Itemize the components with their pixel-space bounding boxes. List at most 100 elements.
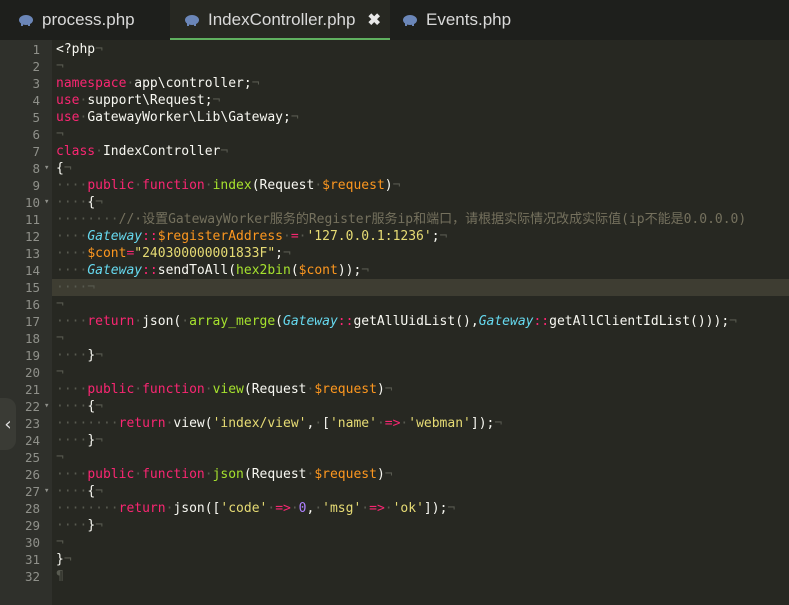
code-area[interactable]: <?php¬ ¬ namespace·app\controller;¬ use·sup… (52, 40, 789, 605)
code-token: · (314, 416, 323, 431)
code-line[interactable]: ········return·json(['code'·=>·0,·'msg'·… (56, 500, 455, 517)
code-line[interactable]: class·IndexController¬ (56, 143, 228, 160)
code-line[interactable]: namespace·app\controller;¬ (56, 75, 260, 92)
code-token: Gateway (87, 229, 143, 244)
collapse-sidebar-button[interactable]: ‹ (0, 398, 16, 450)
code-line[interactable]: ········//·设置GatewayWorker服务的Register服务i… (56, 211, 746, 228)
code-line[interactable]: ····}¬ (56, 517, 103, 534)
code-token: · (134, 382, 143, 397)
code-line[interactable]: ¬ (56, 449, 64, 466)
code-token: ¬ (290, 110, 299, 125)
code-line[interactable]: ¬ (56, 364, 64, 381)
current-line-highlight (52, 279, 789, 296)
tab-process-php[interactable]: process.php (0, 0, 170, 40)
code-token: return (118, 501, 166, 516)
code-line[interactable]: ····$cont="240300000001833F";¬ (56, 245, 291, 262)
code-token: => (275, 501, 291, 516)
code-token: public (87, 382, 135, 397)
code-token: ········ (56, 501, 119, 516)
tab-label: Events.php (426, 10, 512, 29)
code-line[interactable]: ····public·function·json(Request·$reques… (56, 466, 393, 483)
code-token: ¬ (95, 195, 103, 210)
close-tab-button[interactable]: ✖ (367, 10, 380, 30)
line-number: 7 (32, 144, 40, 159)
code-line[interactable]: ¬ (56, 126, 64, 143)
code-token: · (290, 501, 299, 516)
code-token: json([ (173, 501, 221, 516)
code-token: view (212, 382, 244, 397)
fold-toggle-icon[interactable]: ▾ (44, 398, 49, 415)
code-token: ¬ (439, 229, 448, 244)
line-number: 25 (24, 450, 40, 465)
fold-toggle-icon[interactable]: ▾ (44, 483, 49, 500)
code-line[interactable]: use·support\Request;¬ (56, 92, 220, 109)
code-token: json (212, 467, 244, 482)
code-token: ¬ (361, 263, 370, 278)
code-token: ¬ (392, 178, 401, 193)
code-line[interactable]: ····}¬ (56, 347, 103, 364)
code-token: 'code' (220, 501, 268, 516)
code-token: 'name' (329, 416, 377, 431)
line-number: 14 (24, 263, 40, 278)
line-number: 10 (24, 195, 40, 210)
code-line[interactable]: ····public·function·index(Request·$reque… (56, 177, 400, 194)
code-line[interactable]: ········return·view('index/view',·['name… (56, 415, 502, 432)
code-line[interactable]: ····return·json(·array_merge(Gateway::ge… (56, 313, 737, 330)
code-token: · (181, 314, 190, 329)
code-token: ···· (56, 195, 88, 210)
code-token: · (314, 501, 323, 516)
code-token: · (267, 501, 276, 516)
code-token: ; (431, 229, 440, 244)
code-line[interactable]: ····¬ (56, 279, 95, 296)
code-line[interactable]: ¬ (56, 330, 64, 347)
code-line[interactable]: ····{¬ (56, 194, 103, 211)
code-token: = (290, 229, 299, 244)
code-token: · (384, 501, 393, 516)
code-token: ; (275, 246, 283, 261)
code-token: GatewayWorker\Lib\Gateway; (87, 110, 291, 125)
code-token: · (134, 178, 143, 193)
code-line[interactable]: ····Gateway::$registerAddress·=·'127.0.0… (56, 228, 447, 245)
code-token: return (118, 416, 166, 431)
code-token: · (134, 314, 143, 329)
code-token: array_merge (189, 314, 276, 329)
code-token: ]); (423, 501, 448, 516)
code-token: } (56, 552, 64, 567)
code-token: { (87, 484, 96, 499)
code-token: · (204, 178, 213, 193)
code-token: "240300000001833F" (134, 246, 276, 261)
code-line[interactable]: ¬ (56, 296, 64, 313)
code-line[interactable]: use·GatewayWorker\Lib\Gateway;¬ (56, 109, 299, 126)
code-token: use (56, 93, 80, 108)
code-line[interactable]: ¬ (56, 534, 64, 551)
code-line[interactable]: <?php¬ (56, 41, 103, 58)
code-token: } (87, 433, 96, 448)
code-line[interactable]: }¬ (56, 551, 72, 568)
fold-toggle-icon[interactable]: ▾ (44, 160, 49, 177)
code-token: 'msg' (322, 501, 362, 516)
line-number: 12 (24, 229, 40, 244)
code-token: 'ok' (392, 501, 424, 516)
fold-toggle-icon[interactable]: ▾ (44, 194, 49, 211)
code-token: ···· (56, 246, 88, 261)
code-line[interactable]: ¶ (56, 568, 64, 585)
code-line[interactable]: ····}¬ (56, 432, 103, 449)
tab-indexcontroller-php[interactable]: IndexController.php ✖ (170, 0, 390, 40)
code-token: ¬ (63, 161, 72, 176)
code-token: ]); (470, 416, 495, 431)
code-line[interactable]: ····{¬ (56, 483, 103, 500)
code-token: view( (173, 416, 213, 431)
code-line[interactable]: ¬ (56, 58, 64, 75)
tab-label: process.php (42, 10, 135, 29)
code-token: getAllClientIdList())); (549, 314, 730, 329)
code-line[interactable]: ····{¬ (56, 398, 103, 415)
code-token: ········ (56, 416, 119, 431)
code-line[interactable]: ····public·function·view(Request·$reques… (56, 381, 393, 398)
code-line[interactable]: {¬ (56, 160, 72, 177)
code-token: ···· (56, 382, 88, 397)
tab-events-php[interactable]: Events.php (390, 0, 530, 40)
code-token: $registerAddress (157, 229, 283, 244)
code-editor[interactable]: 1 2 3 4 5 6 7 8 ▾ 9 10 ▾ 11 12 13 14 15 16 17 18 19 20 21 22 ▾ 23… (0, 40, 789, 605)
code-token: · (283, 229, 291, 244)
code-line[interactable]: ····Gateway::sendToAll(hex2bin($cont));¬ (56, 262, 369, 279)
